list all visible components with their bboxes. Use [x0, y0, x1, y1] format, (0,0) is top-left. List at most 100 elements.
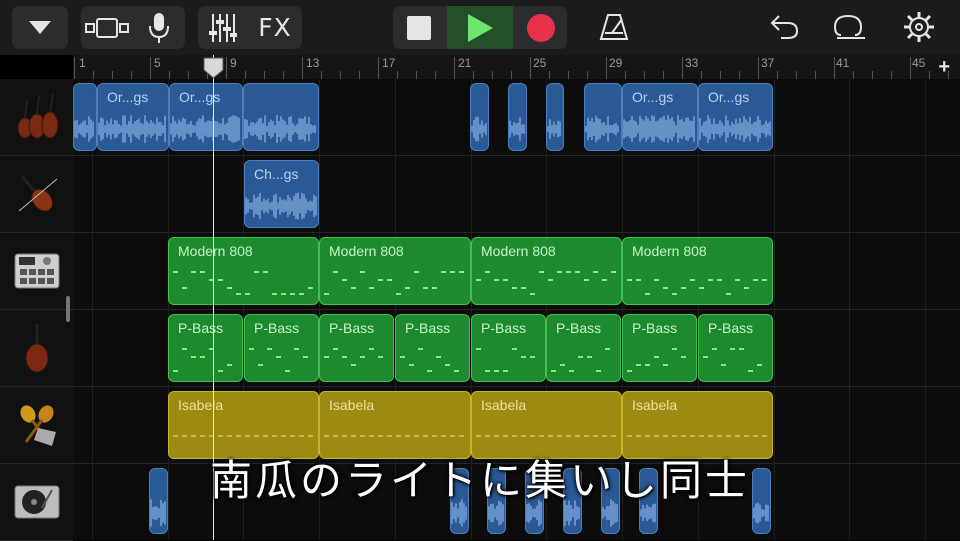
- midi-region[interactable]: P-Bass: [622, 314, 697, 382]
- audio-region[interactable]: [73, 83, 97, 151]
- ruler-tick: [587, 71, 588, 79]
- tracks-view-button[interactable]: [81, 17, 133, 38]
- ruler-tick: [910, 57, 911, 79]
- settings-button[interactable]: [902, 10, 936, 44]
- waveform: [623, 114, 695, 143]
- record-button[interactable]: [514, 6, 567, 49]
- ruler-tick: [720, 71, 721, 79]
- ruler-tick: [492, 71, 493, 79]
- track-scroll-indicator[interactable]: [66, 296, 70, 322]
- drummer-region[interactable]: Modern 808: [319, 237, 471, 305]
- audio-region[interactable]: [546, 83, 564, 151]
- ruler-tick: [416, 71, 417, 79]
- waveform: [74, 116, 94, 142]
- midi-region[interactable]: P-Bass: [395, 314, 470, 382]
- track-header[interactable]: [0, 310, 73, 387]
- waveform: [98, 114, 166, 143]
- midi-region[interactable]: P-Bass: [168, 314, 243, 382]
- ruler-tick: [796, 71, 797, 79]
- playhead-handle[interactable]: [203, 57, 224, 79]
- ruler-tick: [682, 57, 683, 79]
- tracks-view-icon: [85, 17, 129, 38]
- region-label: P-Bass: [556, 320, 602, 336]
- play-button[interactable]: [447, 6, 513, 49]
- video-subtitle: 南瓜のライトに集いし同士: [209, 456, 750, 505]
- region-label: P-Bass: [708, 320, 754, 336]
- audio-region[interactable]: [584, 83, 622, 151]
- gear-icon: [904, 12, 934, 42]
- midi-region[interactable]: P-Bass: [698, 314, 773, 382]
- undo-button[interactable]: [767, 10, 801, 44]
- ruler-tick: [815, 71, 816, 79]
- midi-region[interactable]: P-Bass: [546, 314, 621, 382]
- fx-button[interactable]: FX: [248, 13, 302, 42]
- mixer-button[interactable]: [198, 13, 248, 43]
- drummer-region[interactable]: Modern 808: [622, 237, 773, 305]
- ruler-tick: [758, 57, 759, 79]
- audio-region[interactable]: Or...gs: [169, 83, 243, 151]
- region-label: Modern 808: [632, 243, 707, 259]
- percussion-icon: [19, 405, 56, 446]
- metronome-button[interactable]: [597, 10, 631, 44]
- audio-region[interactable]: Or...gs: [698, 83, 773, 151]
- loop-browser-button[interactable]: [833, 10, 867, 44]
- ruler-tick: [473, 71, 474, 79]
- ruler-tick: [226, 57, 227, 79]
- midi-region[interactable]: P-Bass: [244, 314, 319, 382]
- metronome-icon: [599, 14, 629, 40]
- add-section-button[interactable]: +: [938, 56, 950, 79]
- view-group: [81, 6, 185, 49]
- violin-icon: [18, 175, 57, 212]
- audio-region[interactable]: [508, 83, 527, 151]
- microphone-button[interactable]: [133, 12, 185, 44]
- record-icon: [526, 13, 555, 42]
- track-header[interactable]: [0, 233, 73, 310]
- waveform: [509, 116, 525, 141]
- audio-region[interactable]: Or...gs: [97, 83, 169, 151]
- ruler-tick: [93, 71, 94, 79]
- waveform: [471, 116, 487, 141]
- loop-icon: [833, 14, 865, 39]
- ruler-tick: [853, 71, 854, 79]
- ruler-tick: [891, 71, 892, 79]
- note-pattern: [476, 271, 616, 295]
- stop-button[interactable]: [393, 6, 445, 49]
- ruler-tick: [549, 71, 550, 79]
- note-pattern: [627, 279, 767, 295]
- toolbar: FX: [0, 0, 960, 55]
- ruler-tick: [264, 71, 265, 79]
- ruler-tick: [397, 71, 398, 79]
- note-pattern: [400, 348, 459, 372]
- audio-region[interactable]: Or...gs: [622, 83, 698, 151]
- note-pattern: [627, 348, 686, 372]
- region-label: Ch...gs: [254, 166, 299, 182]
- note-pattern: [324, 348, 383, 366]
- audio-region[interactable]: [243, 83, 319, 151]
- bar-number: 13: [306, 56, 320, 70]
- ruler-tick: [530, 57, 531, 79]
- audio-region[interactable]: [470, 83, 489, 151]
- mixer-sliders-icon: [209, 13, 237, 42]
- region-label: Isabela: [481, 397, 527, 413]
- ruler-tick: [663, 71, 664, 79]
- note-pattern: [703, 348, 762, 372]
- waveform: [245, 192, 317, 220]
- ruler-tick: [929, 71, 930, 79]
- waveform: [170, 115, 240, 143]
- audio-region[interactable]: Ch...gs: [244, 160, 319, 228]
- region-label: Or...gs: [708, 89, 750, 105]
- browser-dropdown-button[interactable]: [12, 6, 68, 49]
- note-pattern: [173, 271, 313, 295]
- region-label: P-Bass: [405, 320, 451, 336]
- midi-region[interactable]: P-Bass: [319, 314, 394, 382]
- track-header[interactable]: [0, 156, 73, 233]
- ruler-tick: [378, 57, 379, 79]
- bar-number: 29: [609, 56, 623, 70]
- drummer-region[interactable]: Modern 808: [168, 237, 319, 305]
- ruler-tick: [568, 71, 569, 79]
- midi-region[interactable]: P-Bass: [471, 314, 546, 382]
- drummer-region[interactable]: Modern 808: [471, 237, 622, 305]
- track-header[interactable]: [0, 79, 73, 156]
- ruler-tick: [245, 71, 246, 79]
- cello-icon: [25, 324, 48, 373]
